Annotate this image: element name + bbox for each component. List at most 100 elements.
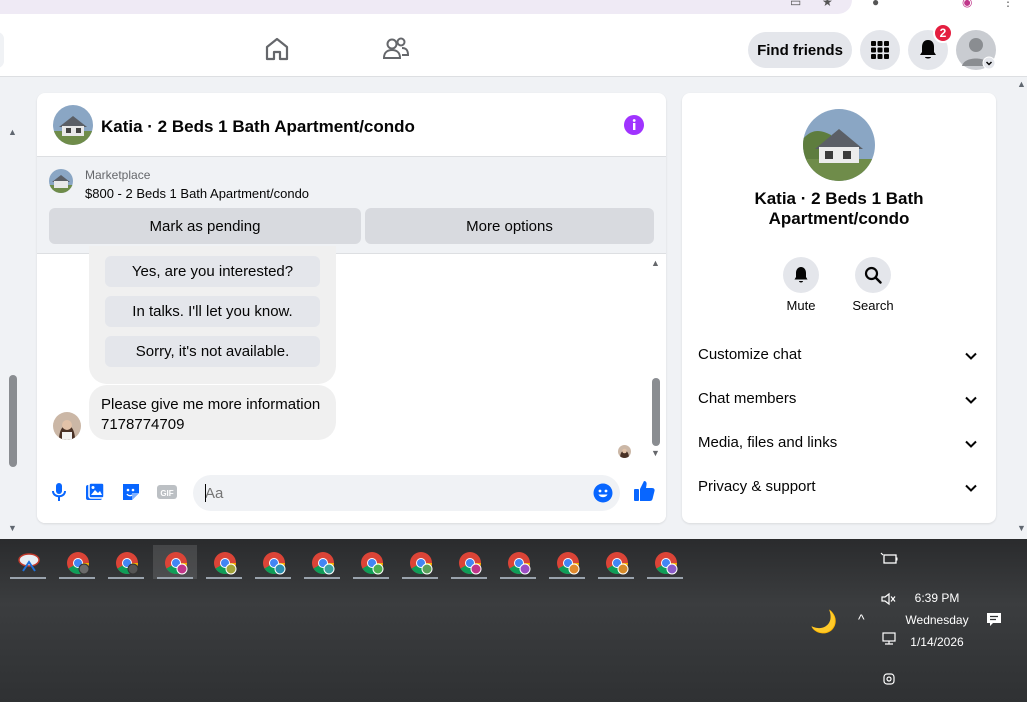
photo-icon[interactable] [84, 481, 106, 503]
bookmark-star-icon[interactable]: ★ [822, 0, 836, 8]
chrome-icon [606, 552, 629, 575]
info-listing-photo[interactable] [803, 109, 875, 181]
taskbar-chrome-3-active[interactable] [153, 545, 197, 579]
facebook-header: Find friends 2 [0, 20, 1027, 77]
notification-badge: 2 [933, 23, 953, 43]
taskbar-indicator [206, 577, 242, 579]
scroll-down-arrow-icon[interactable]: ▼ [8, 523, 17, 533]
battery-icon[interactable] [880, 551, 898, 567]
message-thread: Yes, are you interested? In talks. I'll … [37, 246, 666, 465]
address-bar[interactable] [0, 0, 852, 14]
right-scroll-up-icon[interactable]: ▲ [1017, 79, 1026, 89]
incoming-message: Please give me more information 71787747… [89, 385, 336, 440]
thread-scroll-thumb[interactable] [652, 378, 660, 446]
section-privacy-support[interactable]: Privacy & support [682, 465, 996, 509]
notification-center-icon[interactable] [985, 612, 1003, 628]
friends-icon[interactable] [381, 34, 411, 64]
browser-menu-icon[interactable]: ⋮ [1002, 0, 1016, 8]
volume-muted-icon[interactable] [880, 591, 898, 607]
network-icon[interactable] [880, 631, 898, 647]
chrome-icon [508, 552, 531, 575]
chrome-icon [459, 552, 482, 575]
taskbar-chrome-4[interactable] [202, 545, 246, 579]
taskbar-chrome-7[interactable] [349, 545, 393, 579]
taskbar-app-snipping[interactable] [6, 545, 50, 579]
chat-panel: Katia · 2 Beds 1 Bath Apartment/condo Ma… [37, 93, 666, 523]
section-label: Media, files and links [698, 434, 838, 451]
taskbar-chrome-2[interactable] [104, 545, 148, 579]
search-in-conversation-button[interactable] [855, 257, 891, 293]
more-options-button[interactable]: More options [365, 208, 654, 244]
extension-icon[interactable]: ● [872, 0, 886, 8]
thumbs-up-icon[interactable] [632, 479, 656, 503]
chevron-down-icon [965, 484, 977, 492]
thread-scroll-up-icon[interactable]: ▲ [651, 258, 660, 268]
taskbar-chrome-9[interactable] [447, 545, 491, 579]
chrome-icon [67, 552, 90, 575]
svg-text:GIF: GIF [160, 489, 173, 498]
clock-time[interactable]: 6:39 PM [900, 591, 974, 605]
taskbar-chrome-6[interactable] [300, 545, 344, 579]
search-label: Search [852, 298, 894, 313]
search-icon [864, 266, 882, 284]
right-scroll-down-icon[interactable]: ▼ [1017, 523, 1026, 533]
taskbar-chrome-8[interactable] [398, 545, 442, 579]
meet-now-icon[interactable] [880, 671, 898, 687]
thread-scroll-down-icon[interactable]: ▼ [651, 448, 660, 458]
listing-price-title: $800 - 2 Beds 1 Bath Apartment/condo [85, 186, 310, 201]
taskbar-chrome-11[interactable] [545, 545, 589, 579]
message-input[interactable] [193, 475, 620, 511]
sticker-icon[interactable] [120, 481, 142, 503]
message-phone-number: 7178774709 [101, 416, 185, 433]
section-chat-members[interactable]: Chat members [682, 377, 996, 421]
chevron-down-icon [965, 396, 977, 404]
left-scroll-thumb[interactable] [9, 375, 17, 467]
taskbar-chrome-10[interactable] [496, 545, 540, 579]
taskbar-chrome-5[interactable] [251, 545, 295, 579]
taskbar-chrome-1[interactable] [55, 545, 99, 579]
quick-reply-interested[interactable]: Yes, are you interested? [105, 256, 320, 287]
cast-icon[interactable]: ▭ [790, 0, 804, 8]
sender-avatar[interactable] [53, 412, 81, 440]
left-scrollbar[interactable]: ▲ ▼ [0, 77, 22, 539]
quick-reply-not-available[interactable]: Sorry, it's not available. [105, 336, 320, 367]
text-caret [205, 484, 206, 502]
message-text-line1: Please give me more information [101, 396, 321, 413]
section-label: Chat members [698, 390, 797, 407]
right-scrollbar[interactable]: ▲ ▼ [1014, 77, 1027, 539]
find-friends-button[interactable]: Find friends [748, 32, 852, 68]
night-light-moon-icon[interactable]: 🌙 [810, 609, 837, 635]
mark-as-pending-button[interactable]: Mark as pending [49, 208, 361, 244]
taskbar-indicator [598, 577, 634, 579]
gif-icon[interactable]: GIF [156, 481, 178, 503]
section-media-files-links[interactable]: Media, files and links [682, 421, 996, 465]
house-photo-icon [53, 105, 93, 145]
section-customize-chat[interactable]: Customize chat [682, 333, 996, 377]
clock-day[interactable]: Wednesday [900, 613, 974, 627]
chrome-icon [116, 552, 139, 575]
scroll-up-arrow-icon[interactable]: ▲ [8, 127, 17, 137]
mute-button[interactable] [783, 257, 819, 293]
section-label: Privacy & support [698, 478, 816, 495]
microphone-icon[interactable] [48, 481, 70, 503]
home-icon[interactable] [262, 34, 292, 64]
taskbar-chrome-13[interactable] [643, 545, 687, 579]
menu-button[interactable] [860, 30, 900, 70]
conversation-info-panel: Katia · 2 Beds 1 Bath Apartment/condo Mu… [682, 93, 996, 523]
seen-indicator-avatar [618, 445, 631, 458]
account-avatar[interactable] [956, 30, 996, 70]
chrome-icon [312, 552, 335, 575]
profile-icon[interactable]: ◉ [962, 0, 976, 8]
info-icon[interactable] [623, 114, 645, 136]
taskbar-indicator [549, 577, 585, 579]
search-pill-edge[interactable] [0, 32, 4, 68]
clock-date[interactable]: 1/14/2026 [900, 635, 974, 649]
chat-header: Katia · 2 Beds 1 Bath Apartment/condo [37, 93, 666, 157]
emoji-icon[interactable] [593, 483, 613, 503]
taskbar-chrome-12[interactable] [594, 545, 638, 579]
show-hidden-icons-chevron-icon[interactable]: ^ [858, 611, 865, 627]
taskbar-indicator [647, 577, 683, 579]
chrome-icon [361, 552, 384, 575]
quick-reply-in-talks[interactable]: In talks. I'll let you know. [105, 296, 320, 327]
listing-thumbnail[interactable] [53, 105, 93, 145]
